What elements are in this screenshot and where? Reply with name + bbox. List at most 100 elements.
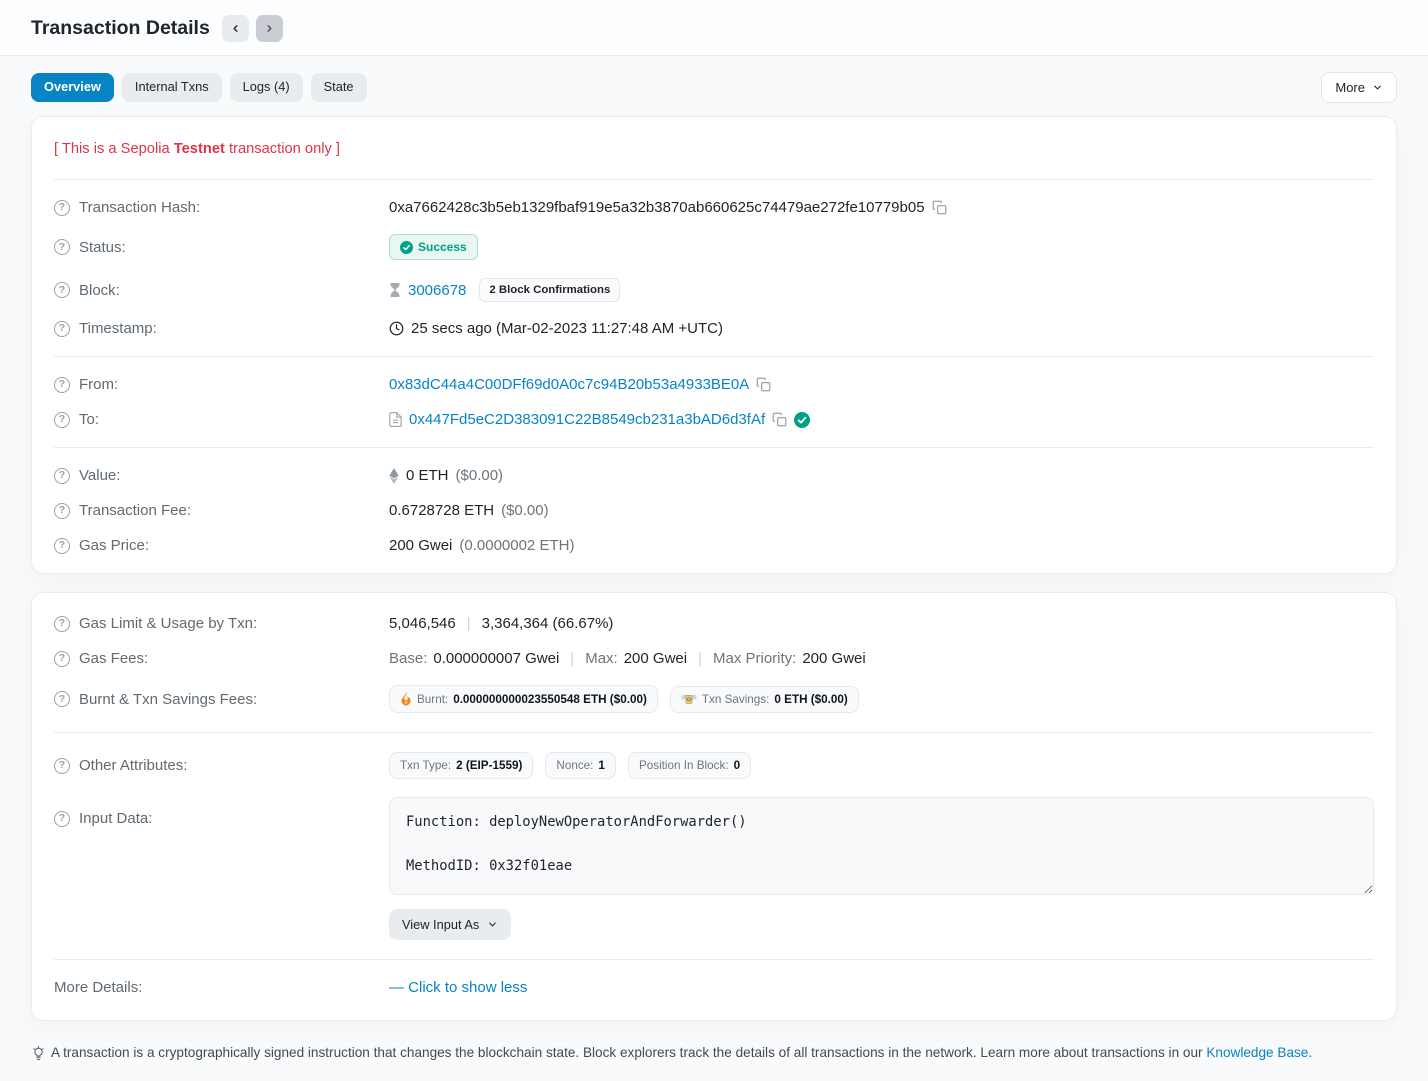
max-priority-fee-value: 200 Gwei bbox=[802, 650, 865, 667]
tab-overview[interactable]: Overview bbox=[31, 73, 114, 101]
divider bbox=[54, 959, 1374, 960]
row-other-attributes: ? Other Attributes: Txn Type: 2 (EIP-155… bbox=[32, 743, 1396, 788]
hourglass-icon bbox=[389, 283, 401, 297]
value-usd: ($0.00) bbox=[456, 467, 504, 484]
copy-icon[interactable] bbox=[932, 200, 947, 215]
txn-savings-badge: Txn Savings: 0 ETH ($0.00) bbox=[670, 686, 859, 713]
gas-price-eth: (0.0000002 ETH) bbox=[459, 537, 574, 554]
row-from: ? From: 0x83dC44a4C00DFf69d0A0c7c94B20b5… bbox=[32, 367, 1396, 402]
more-button[interactable]: More bbox=[1321, 72, 1397, 103]
nonce-badge: Nonce: 1 bbox=[545, 752, 616, 779]
separator: | bbox=[570, 650, 574, 667]
burnt-text-label: Burnt: bbox=[417, 693, 448, 706]
input-data-label: Input Data: bbox=[79, 810, 152, 827]
help-icon[interactable]: ? bbox=[54, 200, 70, 216]
help-icon[interactable]: ? bbox=[54, 321, 70, 337]
gas-used-value: 3,364,364 (66.67%) bbox=[482, 615, 614, 632]
transaction-nav bbox=[222, 15, 283, 42]
help-icon[interactable]: ? bbox=[54, 377, 70, 393]
row-transaction-fee: ? Transaction Fee: 0.6728728 ETH ($0.00) bbox=[32, 493, 1396, 528]
page-footer: A transaction is a cryptographically sig… bbox=[0, 1039, 1428, 1081]
help-icon[interactable]: ? bbox=[54, 282, 70, 298]
max-priority-fee-label: Max Priority: bbox=[713, 650, 796, 667]
timestamp-value: 25 secs ago (Mar-02-2023 11:27:48 AM +UT… bbox=[411, 320, 723, 337]
money-wings-icon bbox=[681, 693, 697, 705]
status-value: Success bbox=[418, 240, 467, 254]
nonce-label: Nonce: bbox=[556, 759, 593, 772]
tab-logs[interactable]: Logs (4) bbox=[230, 73, 303, 101]
verified-check-icon bbox=[794, 412, 810, 428]
eth-icon bbox=[389, 468, 399, 484]
previous-transaction-button[interactable] bbox=[222, 15, 249, 42]
max-fee-value: 200 Gwei bbox=[624, 650, 687, 667]
row-status: ? Status: Success bbox=[32, 225, 1396, 269]
block-number-link[interactable]: 3006678 bbox=[408, 282, 466, 299]
page-header: Transaction Details bbox=[0, 0, 1428, 56]
check-circle-icon bbox=[400, 241, 413, 254]
help-icon[interactable]: ? bbox=[54, 691, 70, 707]
help-icon[interactable]: ? bbox=[54, 758, 70, 774]
testnet-warning: [ This is a Sepolia Testnet transaction … bbox=[32, 123, 1396, 169]
view-input-as-label: View Input As bbox=[402, 917, 479, 932]
transaction-fee-label: Transaction Fee: bbox=[79, 502, 191, 519]
help-icon[interactable]: ? bbox=[54, 616, 70, 632]
txn-type-badge: Txn Type: 2 (EIP-1559) bbox=[389, 752, 533, 779]
row-gas-fees: ? Gas Fees: Base: 0.000000007 Gwei | Max… bbox=[32, 641, 1396, 676]
divider bbox=[54, 732, 1374, 733]
to-label: To: bbox=[79, 411, 99, 428]
row-gas-limit-usage: ? Gas Limit & Usage by Txn: 5,046,546 | … bbox=[32, 599, 1396, 641]
help-icon[interactable]: ? bbox=[54, 412, 70, 428]
gas-price-label: Gas Price: bbox=[79, 537, 149, 554]
help-icon[interactable]: ? bbox=[54, 468, 70, 484]
divider bbox=[54, 356, 1374, 357]
row-timestamp: ? Timestamp: 25 secs ago (Mar-02-2023 11… bbox=[32, 311, 1396, 346]
footer-text: A transaction is a cryptographically sig… bbox=[51, 1045, 1206, 1060]
help-icon[interactable]: ? bbox=[54, 651, 70, 667]
help-icon[interactable]: ? bbox=[54, 811, 70, 827]
tab-state[interactable]: State bbox=[311, 73, 367, 101]
row-transaction-hash: ? Transaction Hash: 0xa7662428c3b5eb1329… bbox=[32, 190, 1396, 225]
details-card: ? Gas Limit & Usage by Txn: 5,046,546 | … bbox=[31, 592, 1397, 1021]
gas-price-gwei: 200 Gwei bbox=[389, 537, 452, 554]
row-more-details: More Details: — Click to show less bbox=[32, 970, 1396, 1010]
other-attributes-label: Other Attributes: bbox=[79, 757, 187, 774]
help-icon[interactable]: ? bbox=[54, 538, 70, 554]
tab-bar: Overview Internal Txns Logs (4) State Mo… bbox=[0, 56, 1428, 116]
knowledge-base-link[interactable]: Knowledge Base bbox=[1206, 1045, 1308, 1060]
help-icon[interactable]: ? bbox=[54, 503, 70, 519]
lightbulb-icon bbox=[31, 1046, 46, 1061]
from-label: From: bbox=[79, 376, 118, 393]
flame-icon bbox=[400, 692, 412, 706]
transaction-fee-usd: ($0.00) bbox=[501, 502, 549, 519]
next-transaction-button[interactable] bbox=[256, 15, 283, 42]
value-amount: 0 ETH bbox=[406, 467, 449, 484]
clock-icon bbox=[389, 321, 404, 336]
divider bbox=[54, 447, 1374, 448]
row-value: ? Value: 0 ETH ($0.00) bbox=[32, 458, 1396, 493]
copy-icon[interactable] bbox=[756, 377, 771, 392]
from-address-link[interactable]: 0x83dC44a4C00DFf69d0A0c7c94B20b53a4933BE… bbox=[389, 376, 749, 393]
contract-file-icon bbox=[389, 412, 402, 427]
max-fee-label: Max: bbox=[585, 650, 618, 667]
separator: | bbox=[467, 615, 471, 632]
status-label: Status: bbox=[79, 239, 126, 256]
position-label: Position In Block: bbox=[639, 759, 729, 772]
help-icon[interactable]: ? bbox=[54, 239, 70, 255]
divider bbox=[54, 179, 1374, 180]
more-button-label: More bbox=[1335, 80, 1365, 95]
row-input-data: ? Input Data: Function: deployNewOperato… bbox=[32, 788, 1396, 949]
separator: | bbox=[698, 650, 702, 667]
gas-limit-usage-label: Gas Limit & Usage by Txn: bbox=[79, 615, 257, 632]
chevron-down-icon bbox=[1372, 82, 1383, 93]
position-in-block-badge: Position In Block: 0 bbox=[628, 752, 751, 779]
show-less-link[interactable]: — Click to show less bbox=[389, 979, 527, 996]
row-burnt-savings: ? Burnt & Txn Savings Fees: Burnt: 0.000… bbox=[32, 676, 1396, 722]
chevron-right-icon bbox=[264, 23, 275, 34]
view-input-as-button[interactable]: View Input As bbox=[389, 909, 511, 940]
copy-icon[interactable] bbox=[772, 412, 787, 427]
input-data-textarea[interactable]: Function: deployNewOperatorAndForwarder(… bbox=[389, 797, 1374, 895]
status-badge: Success bbox=[389, 234, 478, 260]
txn-type-label: Txn Type: bbox=[400, 759, 451, 772]
tab-internal-txns[interactable]: Internal Txns bbox=[122, 73, 222, 101]
to-address-link[interactable]: 0x447Fd5eC2D383091C22B8549cb231a3bAD6d3f… bbox=[409, 411, 765, 428]
